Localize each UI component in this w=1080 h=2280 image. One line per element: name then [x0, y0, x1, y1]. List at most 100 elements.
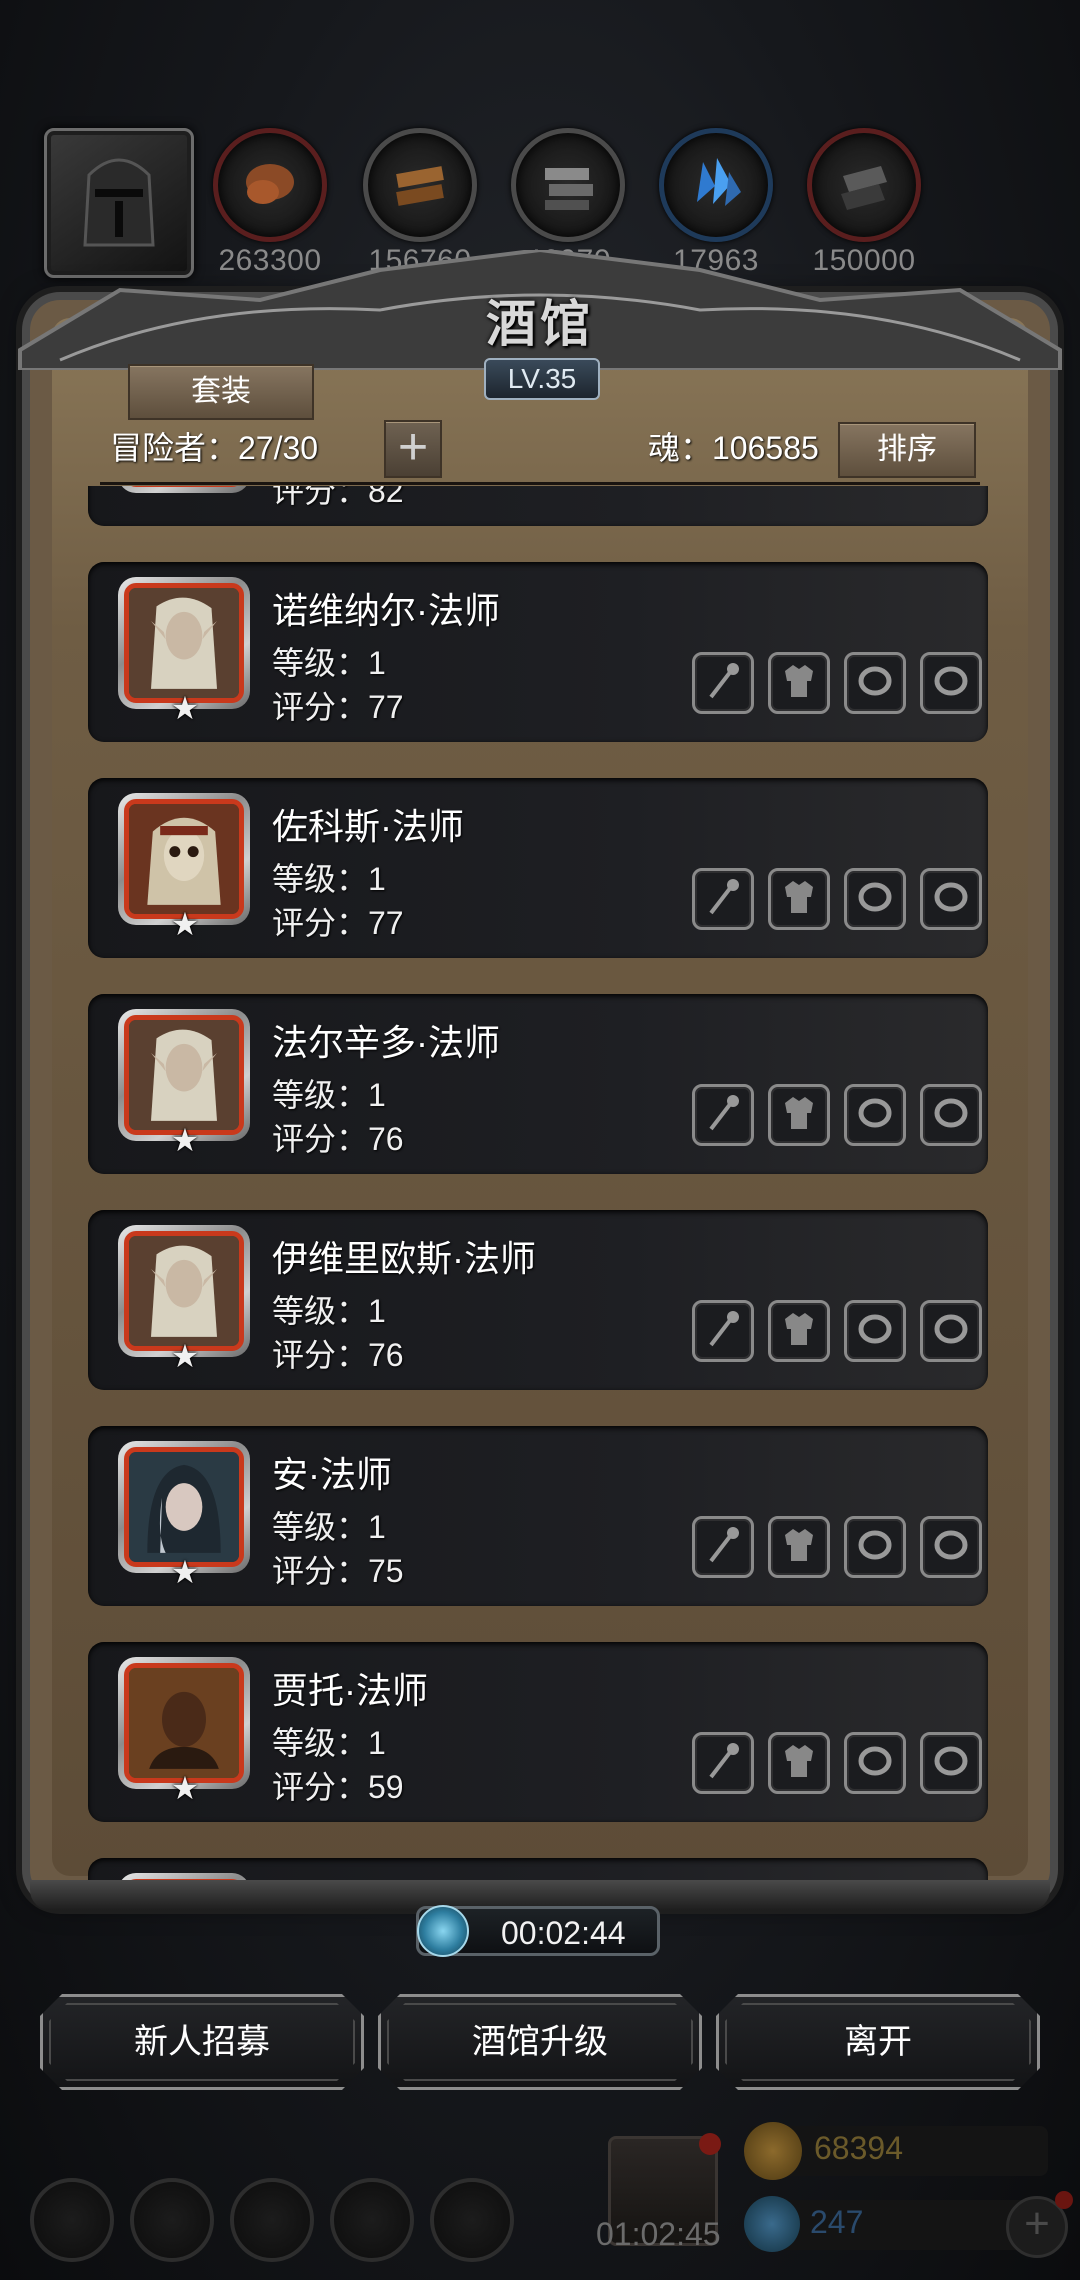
- staff-slot[interactable]: [692, 652, 754, 714]
- upgrade-tavern-button[interactable]: 酒馆升级: [378, 1994, 702, 2090]
- staff-slot[interactable]: [692, 1732, 754, 1794]
- hero-portrait[interactable]: ★: [118, 1009, 250, 1156]
- leather-icon: [213, 128, 327, 242]
- settings-icon[interactable]: [30, 2178, 114, 2262]
- equipment-slots: [692, 1516, 982, 1578]
- resource-wood[interactable]: 156760: [360, 128, 480, 278]
- staff-slot[interactable]: [692, 1084, 754, 1146]
- add-slot-button[interactable]: +: [384, 420, 442, 478]
- star-icon: ★: [170, 690, 200, 726]
- ring-slot-icon: [929, 1307, 973, 1356]
- achievement-icon[interactable]: [130, 2178, 214, 2262]
- ring-slot[interactable]: [844, 1516, 906, 1578]
- hero-name: 贾托·法师: [272, 1670, 428, 1711]
- hero-score: 评分：76: [272, 1121, 404, 1157]
- skull-portrait-icon: [124, 799, 244, 919]
- hero-card[interactable]: ★ 伊维里欧斯·法师 等级：1 评分：76: [88, 1210, 988, 1390]
- ring-slot[interactable]: [920, 1084, 982, 1146]
- elf-portrait-icon: [124, 1015, 244, 1135]
- ring-slot-icon: [853, 1091, 897, 1140]
- resource-iron[interactable]: 46070: [508, 128, 628, 278]
- armor-slot[interactable]: [768, 1084, 830, 1146]
- equipment-slots: [692, 1300, 982, 1362]
- gift-timer: 01:02:45: [596, 2216, 721, 2252]
- star-icon: ★: [170, 1122, 200, 1158]
- ring-slot-icon: [853, 1739, 897, 1788]
- notification-dot: [699, 2133, 721, 2155]
- armor-slot[interactable]: [768, 652, 830, 714]
- book-icon[interactable]: [230, 2178, 314, 2262]
- ring-slot[interactable]: [844, 1084, 906, 1146]
- star-icon: ★: [170, 1554, 200, 1590]
- hero-list[interactable]: 评分：82 ★ 诺维纳尔·法师 等级：1 评分：77 ★ 佐科斯·法师 等级：1 评分：77 ★…: [88, 486, 988, 1882]
- hero-name: 佐科斯·法师: [272, 806, 464, 847]
- hero-score: 评分：76: [272, 1337, 404, 1373]
- ring-slot[interactable]: [844, 1732, 906, 1794]
- suit-button[interactable]: 套装: [128, 364, 314, 420]
- hero-portrait[interactable]: ★: [118, 793, 250, 940]
- staff-slot-icon: [701, 1739, 745, 1788]
- armor-slot-icon: [777, 1739, 821, 1788]
- ring-slot[interactable]: [920, 1300, 982, 1362]
- ring-slot[interactable]: [920, 652, 982, 714]
- ring-slot-icon: [929, 659, 973, 708]
- soul-count: 魂：106585: [648, 430, 819, 466]
- ring-slot-icon: [929, 1523, 973, 1572]
- resource-crystal[interactable]: 17963: [656, 128, 776, 278]
- staff-slot[interactable]: [692, 1300, 754, 1362]
- sort-button[interactable]: 排序: [838, 422, 976, 478]
- leave-button[interactable]: 离开: [716, 1994, 1040, 2090]
- hero-card[interactable]: ★ 贾托·法师 等级：1 评分：59: [88, 1642, 988, 1822]
- refresh-timer: 00:02:44: [416, 1905, 660, 1957]
- staff-slot[interactable]: [692, 1516, 754, 1578]
- resource-amount: 17963: [673, 244, 759, 277]
- clock-icon: [417, 1905, 469, 1957]
- hero-card[interactable]: ★ 安·法师 等级：1 评分：75: [88, 1426, 988, 1606]
- hero-name: 安·法师: [272, 1454, 392, 1495]
- ring-slot[interactable]: [920, 1516, 982, 1578]
- hero-card-partial[interactable]: 评分：82: [88, 486, 988, 526]
- equipment-slots: [692, 1732, 982, 1794]
- hero-portrait: [118, 486, 250, 493]
- recruit-button[interactable]: 新人招募: [40, 1994, 364, 2090]
- armor-slot[interactable]: [768, 1732, 830, 1794]
- ring-slot[interactable]: [844, 1300, 906, 1362]
- wood-icon: [363, 128, 477, 242]
- staff-slot[interactable]: [692, 868, 754, 930]
- hero-portrait[interactable]: ★: [118, 1225, 250, 1372]
- gold-amount: 68394: [814, 2130, 903, 2166]
- hero-level: 等级：1: [272, 1077, 386, 1113]
- ring-slot[interactable]: [844, 868, 906, 930]
- page-title: 酒馆: [486, 294, 594, 353]
- hero-card[interactable]: ★ 佐科斯·法师 等级：1 评分：77: [88, 778, 988, 958]
- armor-slot[interactable]: [768, 1516, 830, 1578]
- bag-icon[interactable]: [430, 2178, 514, 2262]
- header-divider: [100, 482, 980, 485]
- hero-card[interactable]: ★ 法尔辛多·法师 等级：1 评分：76: [88, 994, 988, 1174]
- hero-portrait[interactable]: ★: [118, 577, 250, 724]
- knight-helmet-icon: [83, 158, 155, 247]
- staff-slot-icon: [701, 1091, 745, 1140]
- mail-icon[interactable]: [330, 2178, 414, 2262]
- hero-level: 等级：1: [272, 645, 386, 681]
- hero-name: 伊维里欧斯·法师: [272, 1238, 536, 1279]
- hero-card[interactable]: ★ 诺维纳尔·法师 等级：1 评分：77: [88, 562, 988, 742]
- hero-name: 诺维纳尔·法师: [272, 590, 500, 631]
- ring-slot[interactable]: [920, 868, 982, 930]
- upgrade-button-label: 酒馆升级: [472, 2023, 608, 2061]
- add-currency-button[interactable]: +: [1006, 2191, 1073, 2258]
- leave-button-label: 离开: [844, 2023, 912, 2061]
- player-avatar[interactable]: [44, 128, 194, 278]
- hero-portrait[interactable]: ★: [118, 1657, 250, 1804]
- armor-slot-icon: [777, 875, 821, 924]
- resource-leather[interactable]: 263300: [210, 128, 330, 278]
- ring-slot[interactable]: [844, 652, 906, 714]
- armor-slot[interactable]: [768, 868, 830, 930]
- hero-portrait[interactable]: ★: [118, 1441, 250, 1588]
- resource-ore[interactable]: 150000: [804, 128, 924, 278]
- hood-portrait-icon: [124, 1447, 244, 1567]
- armor-slot-icon: [777, 1091, 821, 1140]
- armor-slot[interactable]: [768, 1300, 830, 1362]
- ring-slot[interactable]: [920, 1732, 982, 1794]
- hero-card-partial[interactable]: [88, 1858, 988, 1882]
